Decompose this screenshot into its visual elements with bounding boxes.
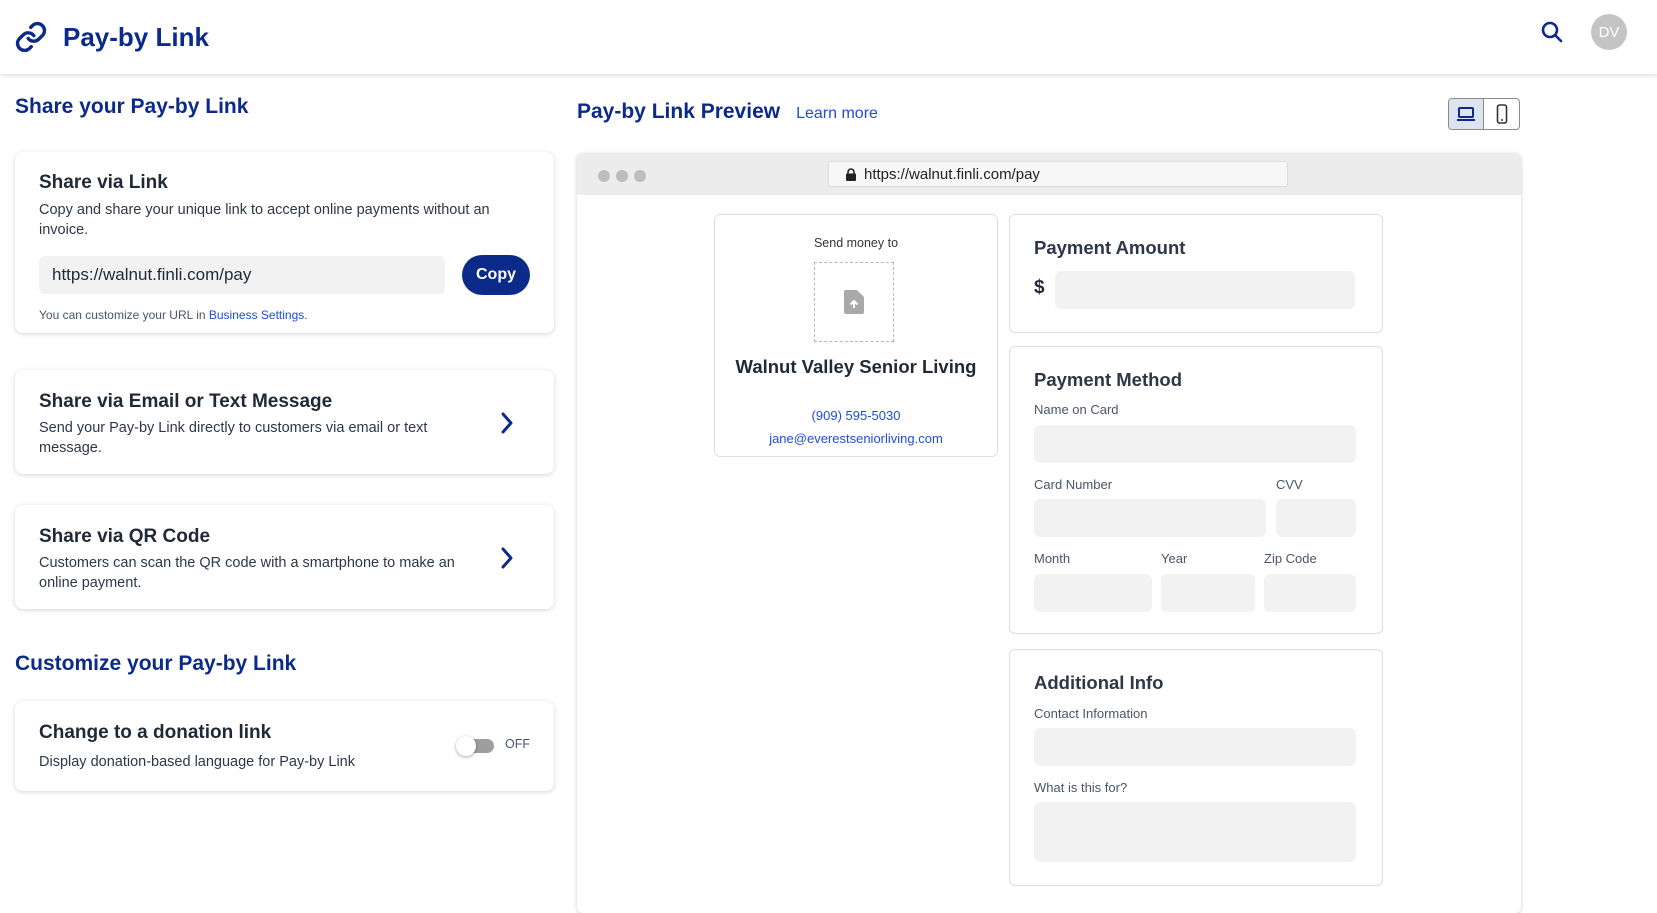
what-is-this-for-field[interactable] — [1034, 802, 1356, 862]
additional-info-title: Additional Info — [1034, 672, 1164, 693]
donation-link-description: Display donation-based language for Pay-… — [39, 754, 355, 770]
search-button[interactable] — [1535, 15, 1569, 49]
toggle-state-label: OFF — [505, 737, 530, 751]
contact-information-field[interactable] — [1034, 728, 1356, 766]
merchant-card: Send money to Walnut Valley Senior Livin… — [714, 214, 998, 457]
brand[interactable]: Pay-by Link — [14, 20, 209, 54]
zip-code-label: Zip Code — [1264, 551, 1317, 566]
chevron-right-icon — [501, 412, 513, 434]
payment-amount-title: Payment Amount — [1034, 237, 1186, 258]
copy-button[interactable]: Copy — [462, 255, 530, 295]
name-on-card-field[interactable] — [1034, 425, 1356, 463]
share-section-title: Share your Pay-by Link — [15, 95, 249, 118]
chevron-right-icon — [501, 547, 513, 569]
donation-link-title: Change to a donation link — [39, 722, 272, 743]
link-url-field[interactable] — [39, 256, 445, 294]
donation-toggle[interactable] — [456, 736, 494, 756]
year-label: Year — [1161, 551, 1188, 566]
learn-more-link[interactable]: Learn more — [796, 105, 878, 123]
additional-info-card: Additional Info Contact Information What… — [1009, 649, 1383, 886]
name-on-card-label: Name on Card — [1034, 402, 1119, 417]
customize-section-title: Customize your Pay-by Link — [15, 652, 297, 675]
preview-title: Pay-by Link Preview — [577, 100, 781, 123]
lock-icon — [846, 167, 856, 181]
month-field[interactable] — [1034, 574, 1152, 612]
payment-method-title: Payment Method — [1034, 369, 1183, 390]
zip-code-field[interactable] — [1264, 574, 1356, 612]
payment-amount-card: Payment Amount $ — [1009, 214, 1383, 333]
share-via-qr-card[interactable]: Share via QR Code Customers can scan the… — [15, 505, 554, 609]
share-via-qr-title: Share via QR Code — [39, 526, 211, 547]
donation-link-card: Change to a donation link Display donati… — [15, 701, 554, 791]
search-icon — [1541, 21, 1563, 43]
what-is-this-for-label: What is this for? — [1034, 780, 1128, 795]
customize-url-note: You can customize your URL in Business S… — [39, 308, 308, 322]
view-mode-toggle — [1448, 98, 1520, 130]
top-bar: Pay-by Link DV — [0, 0, 1657, 74]
note-suffix: . — [304, 308, 308, 322]
toggle-knob — [456, 736, 476, 756]
window-dot — [616, 170, 628, 182]
card-number-label: Card Number — [1034, 477, 1113, 492]
window-dot — [598, 170, 610, 182]
merchant-email[interactable]: jane@everestseniorliving.com — [715, 431, 997, 446]
share-via-email-card[interactable]: Share via Email or Text Message Send you… — [15, 370, 554, 474]
amount-field[interactable] — [1055, 271, 1355, 309]
avatar[interactable]: DV — [1591, 14, 1627, 50]
share-via-link-description: Copy and share your unique link to accep… — [39, 202, 490, 238]
phone-icon — [1496, 104, 1507, 124]
month-label: Month — [1034, 551, 1071, 566]
payment-method-card: Payment Method Name on Card Card Number … — [1009, 346, 1383, 634]
file-upload-icon — [844, 290, 864, 314]
app-title: Pay-by Link — [63, 21, 209, 52]
link-icon — [15, 21, 47, 53]
share-via-email-description: Send your Pay-by Link directly to custom… — [39, 420, 428, 456]
browser-url-text: https://walnut.finli.com/pay — [864, 165, 1040, 183]
merchant-name: Walnut Valley Senior Living — [735, 356, 977, 377]
send-money-to-label: Send money to — [813, 236, 899, 250]
browser-url-bar: https://walnut.finli.com/pay — [828, 161, 1288, 187]
note-prefix: You can customize your URL in — [39, 308, 209, 322]
window-dot — [634, 170, 646, 182]
desktop-view-button[interactable] — [1449, 99, 1485, 129]
browser-preview: https://walnut.finli.com/pay Send money … — [577, 153, 1521, 913]
currency-symbol: $ — [1034, 277, 1045, 298]
mobile-view-button[interactable] — [1484, 99, 1519, 129]
laptop-icon — [1457, 107, 1475, 121]
share-via-link-card: Share via Link Copy and share your uniqu… — [15, 152, 554, 333]
year-field[interactable] — [1161, 574, 1255, 612]
preview-header: Pay-by Link Preview Learn more — [577, 100, 878, 124]
share-via-email-title: Share via Email or Text Message — [39, 391, 333, 412]
contact-information-label: Contact Information — [1034, 706, 1148, 721]
merchant-phone[interactable]: (909) 595-5030 — [715, 408, 997, 423]
share-via-link-title: Share via Link — [39, 172, 168, 193]
share-via-qr-description: Customers can scan the QR code with a sm… — [39, 555, 455, 591]
cvv-label: CVV — [1276, 477, 1303, 492]
cvv-field[interactable] — [1276, 499, 1356, 537]
browser-chrome: https://walnut.finli.com/pay — [577, 153, 1521, 195]
business-settings-link[interactable]: Business Settings — [209, 308, 304, 322]
merchant-logo-placeholder — [814, 262, 894, 342]
card-number-field[interactable] — [1034, 499, 1266, 537]
